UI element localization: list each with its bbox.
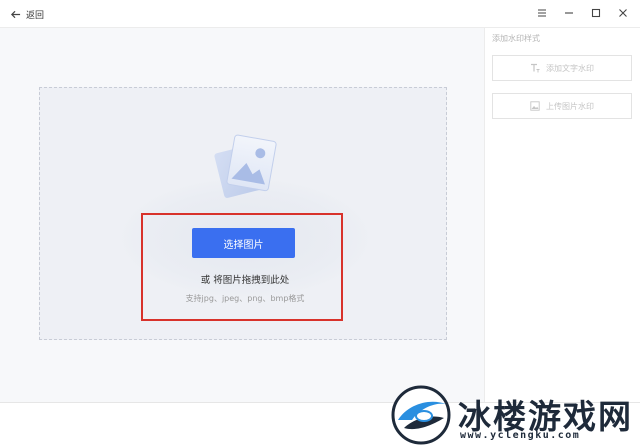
image-icon [530,101,540,111]
back-button[interactable]: 返回 [10,5,44,23]
window-controls [535,6,630,20]
watermark-style-title: 添加水印样式 [492,34,540,43]
arrow-left-icon [10,10,21,18]
minimize-icon [565,12,573,14]
maximize-button[interactable] [589,6,603,20]
select-image-button[interactable]: 选择图片 [192,228,295,258]
upload-image-watermark-button[interactable]: 上传图片水印 [492,93,632,119]
format-hint-text: 支持jpg、jpeg、png、bmp格式 [185,294,305,303]
upload-dropzone[interactable]: 选择图片 或 将图片拖拽到此处 支持jpg、jpeg、png、bmp格式 [39,87,447,340]
brand-logo-icon [391,385,451,445]
add-text-watermark-button[interactable]: 添加文字水印 [492,55,632,81]
minimize-button[interactable] [562,6,576,20]
back-label: 返回 [26,10,45,21]
brand-url: www.yclengku.com [460,430,581,441]
add-text-watermark-label: 添加文字水印 [546,63,594,73]
picture-illustration-icon [214,134,277,198]
panel-divider [484,28,485,402]
maximize-icon [591,8,601,18]
close-icon [619,9,627,17]
main-area: 选择图片 或 将图片拖拽到此处 支持jpg、jpeg、png、bmp格式 [0,28,484,402]
drag-hint-text: 或 将图片拖拽到此处 [200,275,290,286]
text-icon [531,63,540,73]
site-watermark: 冰楼游戏网 www.yclengku.com [388,380,640,448]
title-bar: 返回 [0,0,640,28]
close-button[interactable] [616,6,630,20]
menu-button[interactable] [535,6,549,20]
upload-image-watermark-label: 上传图片水印 [546,101,594,111]
menu-icon [538,9,546,17]
